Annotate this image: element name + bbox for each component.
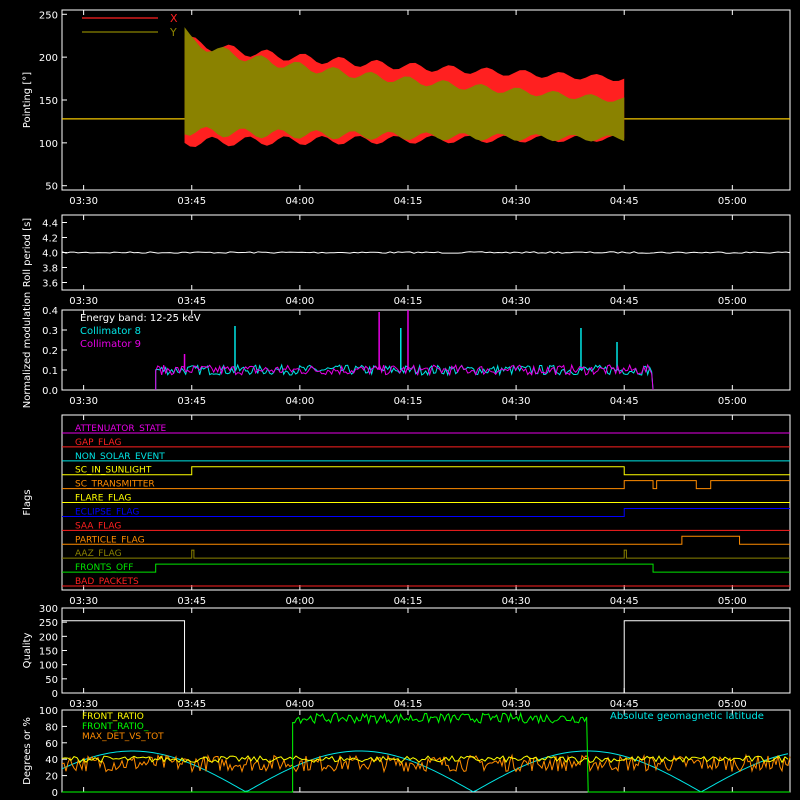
y-tick-label: 80 bbox=[45, 722, 58, 733]
y-tick-label: 100 bbox=[39, 661, 58, 672]
x-tick-label: 03:45 bbox=[177, 296, 206, 307]
y-tick-label: 0.3 bbox=[42, 326, 58, 337]
x-tick-label: 04:45 bbox=[610, 699, 639, 710]
y-tick-label: 60 bbox=[45, 739, 58, 750]
legend-label: Absolute geomagnetic latitude bbox=[610, 711, 764, 722]
x-tick-label: 04:00 bbox=[285, 699, 314, 710]
y-tick-label: 20 bbox=[45, 772, 58, 783]
y-tick-label: 100 bbox=[39, 706, 58, 717]
y-axis-label: Flags bbox=[22, 489, 33, 515]
y-tick-label: 4.0 bbox=[42, 249, 58, 260]
y-tick-label: 200 bbox=[39, 632, 58, 643]
series-Collimator 9 bbox=[155, 363, 654, 391]
y-tick-label: 50 bbox=[45, 675, 58, 686]
y-tick-label: 4.4 bbox=[42, 219, 58, 230]
y-tick-label: 0 bbox=[52, 788, 58, 799]
legend-label: FRONT_RATIO_ bbox=[82, 722, 149, 732]
series-quality bbox=[62, 620, 790, 694]
y-tick-label: 150 bbox=[39, 647, 58, 658]
y-tick-label: 250 bbox=[39, 10, 58, 21]
legend-label: Collimator 9 bbox=[80, 339, 141, 350]
legend-label: X bbox=[170, 12, 178, 25]
y-tick-label: 0.0 bbox=[42, 386, 58, 397]
y-axis-label: Pointing [°] bbox=[22, 72, 33, 128]
x-tick-label: 04:30 bbox=[502, 196, 531, 207]
flag-trace-6 bbox=[62, 507, 790, 517]
flag-trace-4 bbox=[62, 480, 790, 490]
x-tick-label: 04:15 bbox=[394, 596, 423, 607]
x-tick-label: 04:15 bbox=[394, 699, 423, 710]
x-tick-label: 05:00 bbox=[718, 196, 747, 207]
x-tick-label: 03:30 bbox=[69, 296, 98, 307]
x-tick-label: 03:45 bbox=[177, 396, 206, 407]
legend-label: FRONT_RATIO bbox=[82, 712, 144, 722]
x-tick-label: 03:45 bbox=[177, 699, 206, 710]
y-tick-label: 0.2 bbox=[42, 346, 58, 357]
x-tick-label: 03:30 bbox=[69, 196, 98, 207]
y-tick-label: 200 bbox=[39, 53, 58, 64]
y-tick-label: 300 bbox=[39, 604, 58, 615]
x-tick-label: 04:45 bbox=[610, 196, 639, 207]
y-tick-label: 40 bbox=[45, 755, 58, 766]
annotation-energy-band: Energy band: 12-25 keV bbox=[80, 313, 201, 324]
y-axis-label: Normalized modulation bbox=[22, 292, 33, 409]
x-tick-label: 05:00 bbox=[718, 396, 747, 407]
panel-frame-5 bbox=[61, 709, 791, 793]
series-roll-period bbox=[61, 251, 791, 254]
y-tick-label: 3.6 bbox=[42, 279, 58, 290]
y-tick-label: 0 bbox=[52, 689, 58, 700]
legend-label: Collimator 8 bbox=[80, 326, 141, 337]
y-tick-label: 3.8 bbox=[42, 264, 58, 275]
x-tick-label: 03:45 bbox=[177, 596, 206, 607]
x-tick-label: 03:45 bbox=[177, 196, 206, 207]
x-tick-label: 04:30 bbox=[502, 296, 531, 307]
x-tick-label: 04:00 bbox=[285, 196, 314, 207]
y-tick-label: 0.1 bbox=[42, 366, 58, 377]
x-tick-label: 04:00 bbox=[285, 296, 314, 307]
y-tick-label: 150 bbox=[39, 96, 58, 107]
x-tick-label: 03:30 bbox=[69, 396, 98, 407]
x-tick-label: 03:30 bbox=[69, 699, 98, 710]
x-tick-label: 04:30 bbox=[502, 699, 531, 710]
legend-label: Y bbox=[169, 26, 177, 39]
x-tick-label: 05:00 bbox=[718, 699, 747, 710]
flag-trace-10 bbox=[62, 563, 790, 573]
y-tick-label: 250 bbox=[39, 618, 58, 629]
legend-label: MAX_DET_VS_TOT bbox=[82, 732, 164, 742]
x-tick-label: 04:30 bbox=[502, 596, 531, 607]
flag-trace-3 bbox=[62, 466, 790, 476]
x-tick-label: 04:15 bbox=[394, 196, 423, 207]
x-tick-label: 04:00 bbox=[285, 396, 314, 407]
x-tick-label: 05:00 bbox=[718, 596, 747, 607]
x-tick-label: 04:00 bbox=[285, 596, 314, 607]
x-tick-label: 04:45 bbox=[610, 396, 639, 407]
figure: 03:30 03:45 04:00 04:15 04:30 04:45 05:00 Point… bbox=[22, 9, 791, 799]
y-tick-label: 0.4 bbox=[42, 306, 58, 317]
x-tick-label: 04:45 bbox=[610, 296, 639, 307]
y-axis-label: Roll period [s] bbox=[22, 218, 33, 287]
y-axis-label: Quality bbox=[22, 633, 33, 669]
x-tick-label: 03:30 bbox=[69, 596, 98, 607]
y-axis-label: Degrees or % bbox=[22, 717, 33, 785]
x-tick-label: 05:00 bbox=[718, 296, 747, 307]
x-tick-label: 04:45 bbox=[610, 596, 639, 607]
flag-trace-9 bbox=[62, 549, 790, 559]
x-tick-label: 04:15 bbox=[394, 396, 423, 407]
y-tick-label: 100 bbox=[39, 139, 58, 150]
flag-trace-8 bbox=[62, 535, 790, 545]
y-tick-label: 50 bbox=[45, 182, 58, 193]
x-tick-label: 04:15 bbox=[394, 296, 423, 307]
y-tick-label: 4.2 bbox=[42, 234, 58, 245]
x-tick-label: 04:30 bbox=[502, 396, 531, 407]
